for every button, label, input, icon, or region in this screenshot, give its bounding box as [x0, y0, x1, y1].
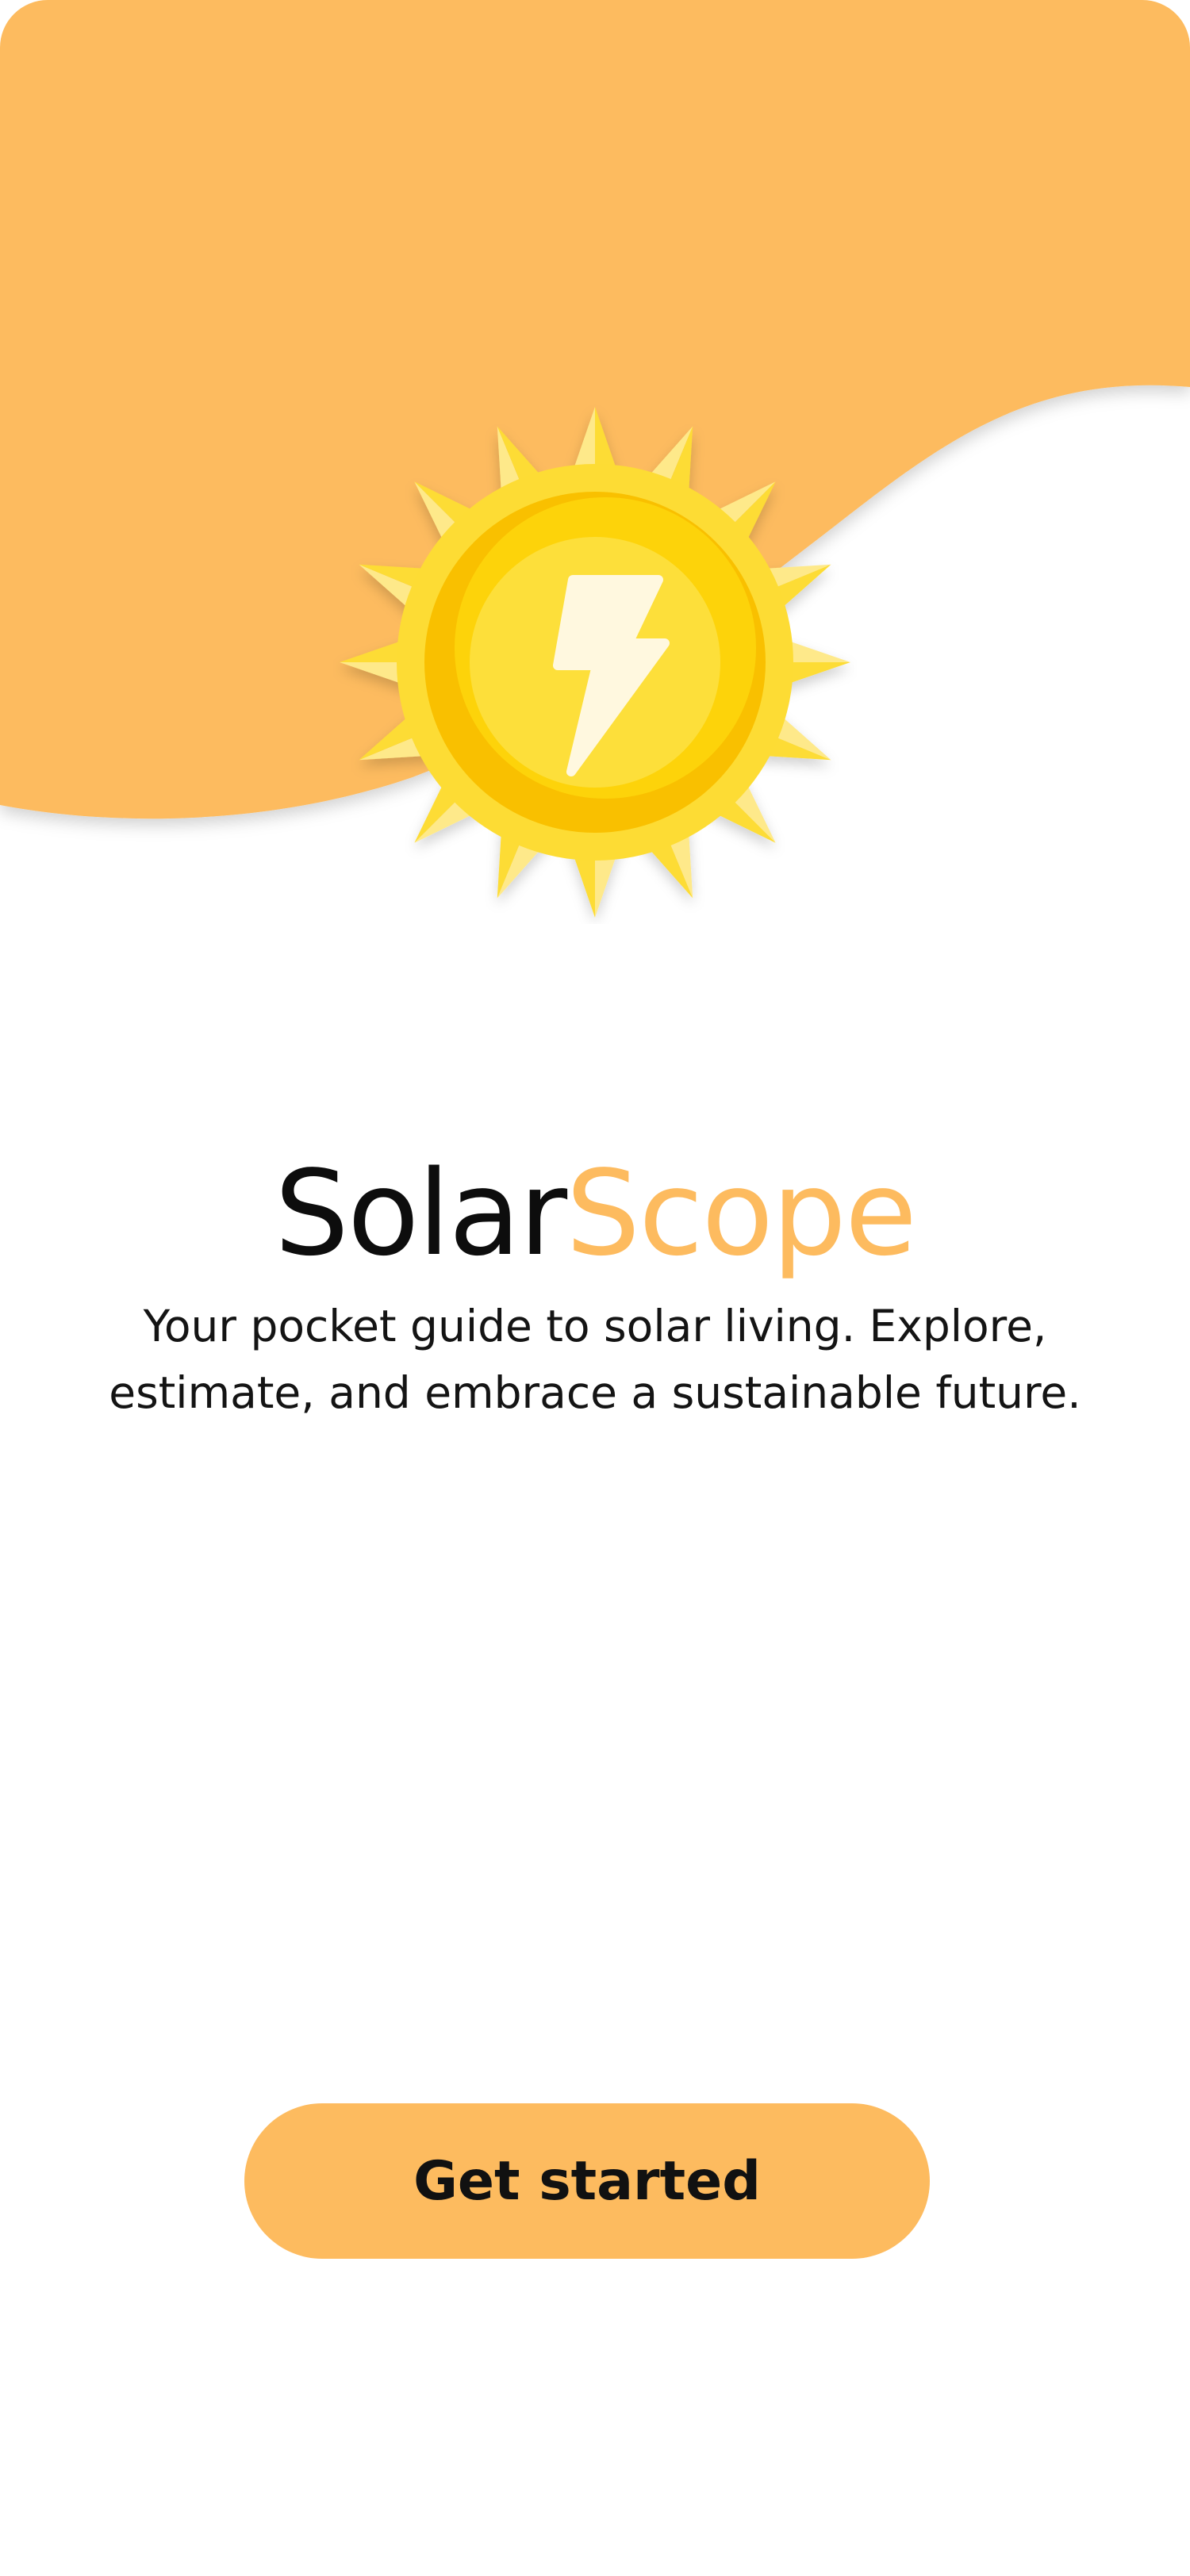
tagline-line-1: Your pocket guide to solar living. Explo…: [143, 1301, 1047, 1351]
sun-lightning-icon: [340, 407, 850, 918]
get-started-button[interactable]: Get started: [244, 2103, 930, 2259]
app-title-primary: Solar: [274, 1145, 567, 1282]
tagline-line-2: estimate, and embrace a sustainable futu…: [109, 1367, 1081, 1418]
get-started-label: Get started: [413, 2149, 761, 2213]
app-tagline: Your pocket guide to solar living. Explo…: [63, 1293, 1127, 1426]
app-title: SolarScope: [0, 1142, 1190, 1285]
app-title-accent: Scope: [566, 1145, 917, 1282]
onboarding-screen: SolarScope Your pocket guide to solar li…: [0, 0, 1190, 2576]
